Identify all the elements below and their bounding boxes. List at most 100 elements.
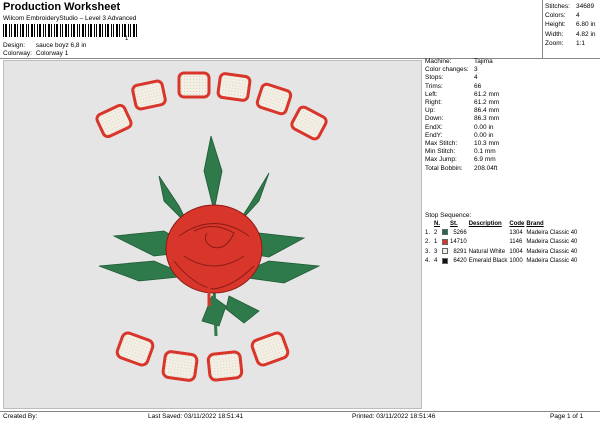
barcode-bar — [45, 24, 46, 37]
barcode-bar — [88, 24, 89, 37]
barcode-bar — [56, 24, 58, 37]
header-divider — [0, 58, 600, 59]
barcode-bar — [43, 24, 44, 37]
stats-panel: Stitches: 34689 Colors: 4 Height: 6.80 in W… — [545, 2, 596, 48]
barcode-bar — [113, 24, 114, 37]
barcode-bar — [82, 24, 84, 37]
bottom-lettering — [115, 331, 290, 382]
detail-left: Left: 61.2 mm — [425, 90, 500, 98]
rose-stem — [212, 285, 218, 337]
barcode-bar — [62, 24, 63, 37]
barcode-bar — [130, 24, 131, 37]
stat-zoom: Zoom: 1:1 — [545, 39, 586, 47]
color-swatch — [442, 229, 448, 236]
barcode-bar — [9, 24, 10, 37]
barcode-bar — [20, 24, 21, 37]
footer-page: Page 1 of 1 — [550, 413, 584, 420]
detail-total-bobbin: Total Bobbin: 208.04ft — [425, 164, 498, 172]
barcode-bar — [11, 24, 12, 37]
col-brand: Brand — [526, 221, 544, 227]
stats-divider — [542, 0, 543, 58]
detail-stops: Stops: 4 — [425, 74, 478, 82]
design-label: Design: — [3, 42, 26, 49]
barcode-bar — [73, 24, 75, 37]
software-subtitle: Wilcom EmbroideryStudio – Level 3 Advanc… — [3, 15, 137, 22]
detail-machine: Machine: Tajima — [425, 58, 493, 65]
page-title: Production Worksheet — [3, 1, 121, 13]
stat-height: Height: 6.80 in — [545, 21, 596, 29]
barcode-bar — [17, 24, 18, 37]
stat-colors: Colors: 4 — [545, 12, 580, 20]
color-swatch — [442, 257, 448, 264]
footer-created-by: Created By: — [3, 413, 38, 420]
barcode-bar — [136, 24, 137, 37]
colorway-value: Colorway 1 — [35, 50, 69, 57]
design-preview — [3, 60, 422, 409]
design-row: Design: sauce boyz 6,8 in — [3, 42, 86, 49]
table-row: 3. 3 8291 Natural White 1004 Madeira Cla… — [425, 248, 578, 255]
barcode-bar — [51, 24, 52, 37]
footer-last-saved: Last Saved: 03/11/2022 18:51:41 — [148, 413, 244, 420]
barcode-bar — [90, 24, 92, 37]
rose-flower — [165, 204, 263, 306]
barcode-bar — [77, 24, 78, 37]
table-header-row: N. St. Description Code Brand — [425, 221, 579, 228]
barcode-bar — [105, 24, 106, 37]
barcode-bar — [116, 24, 118, 37]
machine-details: Machine: Tajima Color changes: 3 Stops: 4 T… — [425, 58, 499, 173]
table-row: 2. 1 14710 1146 Madeira Classic 40 — [425, 238, 578, 246]
col-code: Code — [509, 221, 525, 227]
col-st: St. — [450, 221, 458, 227]
barcode-bar — [122, 24, 123, 37]
barcode-bar — [102, 24, 103, 37]
barcode-bar — [14, 24, 16, 37]
detail-endx: EndX: 0.00 in — [425, 123, 494, 131]
detail-endy: EndY: 0.00 in — [425, 131, 494, 139]
detail-max-stitch: Max Stitch: 10.3 mm — [425, 140, 500, 148]
col-description: Description — [468, 221, 502, 227]
stop-sequence-title: Stop Sequence: — [425, 212, 472, 219]
barcode-bar — [31, 24, 33, 37]
detail-right: Right: 61.2 mm — [425, 99, 500, 107]
detail-trims: Trims: 66 — [425, 82, 482, 90]
barcode-bar — [26, 24, 27, 37]
barcode-bar — [39, 24, 41, 37]
barcode-bar — [22, 24, 24, 37]
color-swatch — [442, 248, 448, 255]
barcode-bar — [37, 24, 38, 37]
detail-up: Up: 86.4 mm — [425, 107, 500, 115]
stop-sequence-table: N. St. Description Code Brand 1. 2 5266 … — [425, 221, 579, 266]
colorway-row: Colorway: Colorway 1 — [3, 50, 68, 57]
barcode-bar — [54, 24, 55, 37]
col-n: N. — [434, 221, 440, 227]
barcode-bar — [28, 24, 29, 37]
color-swatch — [442, 238, 448, 245]
barcode-bar — [133, 24, 135, 37]
barcode-bar — [107, 24, 109, 37]
barcode-bar — [3, 24, 4, 37]
detail-max-jump: Max Jump: 6.9 mm — [425, 156, 496, 164]
footer-printed: Printed: 03/11/2022 18:51:46 — [352, 413, 436, 420]
barcode-bar — [85, 24, 86, 37]
barcode-bar — [65, 24, 67, 37]
top-lettering — [95, 71, 328, 141]
barcode-bar — [111, 24, 112, 37]
barcode-bar — [68, 24, 69, 37]
barcode-bar — [96, 24, 97, 37]
table-row: 1. 2 5266 1304 Madeira Classic 40 — [425, 229, 578, 236]
colorway-label: Colorway: — [3, 50, 32, 57]
barcode-bar — [79, 24, 80, 37]
table-row: 4. 4 6420 Emerald Black 1000 Madeira Cla… — [425, 257, 578, 265]
barcode — [3, 24, 140, 37]
embroidery-artwork — [95, 71, 328, 382]
barcode-bar — [71, 24, 72, 37]
detail-color-changes: Color changes: 3 — [425, 66, 478, 74]
detail-down: Down: 86.3 mm — [425, 115, 500, 123]
design-value: sauce boyz 6,8 in — [35, 42, 87, 49]
footer-divider — [0, 411, 600, 412]
barcode-bar — [119, 24, 120, 37]
stat-stitches: Stitches: 34689 — [545, 3, 595, 10]
barcode-bar — [94, 24, 95, 37]
barcode-bar — [34, 24, 35, 37]
barcode-bar — [48, 24, 50, 37]
